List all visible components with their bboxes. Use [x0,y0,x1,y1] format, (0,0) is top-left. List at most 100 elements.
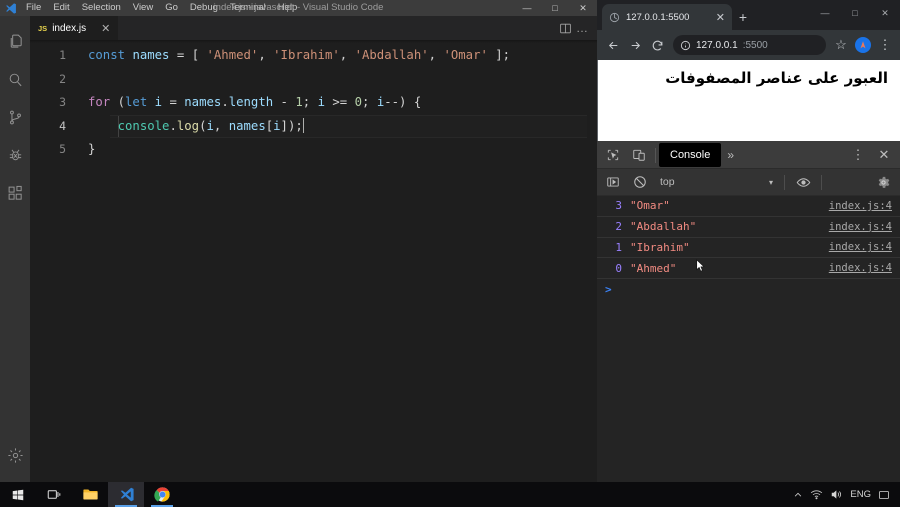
code-line[interactable]: 4 console.log(i, names[i]); [30,114,597,138]
console-log-row[interactable]: 3 "Omar" index.js:4 [597,196,900,217]
vscode-maximize-button[interactable]: □ [541,0,569,16]
network-icon[interactable] [810,489,823,500]
tab-console[interactable]: Console [659,143,722,167]
devtools-toolbar: Console » ⋮ ✕ [597,142,900,169]
file-explorer-button[interactable] [72,482,108,507]
bookmark-star-icon[interactable]: ☆ [832,36,850,54]
source-control-icon[interactable] [0,98,30,136]
reload-button[interactable] [647,35,667,55]
code-token: , [213,118,229,133]
execution-context-selector[interactable]: top ▾ [654,172,779,192]
site-info-icon[interactable] [680,40,691,51]
chrome-maximize-button[interactable]: □ [840,0,870,26]
extensions-icon[interactable] [0,174,30,212]
code-line[interactable]: 5} [30,138,597,162]
menu-edit[interactable]: Edit [47,0,75,16]
web-page-viewport: العبور على عناصر المصفوفات [597,60,900,141]
code-token: } [88,142,96,156]
menu-help[interactable]: Help [272,0,304,16]
show-hidden-icons-button[interactable] [793,490,803,500]
code-line[interactable]: 1 const names = [ 'Ahmed', 'Ibrahim', 'Ab… [30,44,597,68]
line-number: 3 [59,95,66,109]
code-token: names [132,48,170,62]
code-text: for (let i = names.length - 1; i >= 0; i… [88,91,421,115]
back-button[interactable] [603,35,623,55]
code-token: , [258,48,274,62]
page-content: العبور على عناصر المصفوفات [598,60,900,89]
chrome-minimize-button[interactable]: — [810,0,840,26]
menu-debug[interactable]: Debug [184,0,224,16]
code-token: 0 [354,95,363,109]
task-view-button[interactable] [36,482,72,507]
new-tab-button[interactable]: + [732,4,754,30]
code-line[interactable]: 3 for (let i = names.length - 1; i >= 0; … [30,91,597,115]
code-token: length [228,95,274,109]
avatar[interactable] [855,37,871,53]
menu-file[interactable]: File [20,0,47,16]
code-editor[interactable]: 1 const names = [ 'Ahmed', 'Ibrahim', 'Ab… [30,40,597,482]
language-indicator[interactable]: ENG [850,489,871,500]
console-log-row[interactable]: 2 "Abdallah" index.js:4 [597,217,900,238]
log-source-link[interactable]: index.js:4 [829,241,892,253]
address-bar[interactable]: 127.0.0.1:5500 [673,35,826,55]
chrome-menu-button[interactable]: ⋮ [876,36,894,54]
forward-button[interactable] [625,35,645,55]
live-expression-eye-icon[interactable] [790,170,816,194]
log-value: "Ahmed" [630,261,677,275]
vscode-menubar[interactable]: File Edit Selection View Go Debug Termin… [20,0,303,16]
split-editor-icon[interactable] [559,22,572,35]
log-index: 0 [615,261,622,275]
prompt-arrow-icon: > [605,283,612,297]
editor-tab-label: index.js [52,23,87,34]
search-icon[interactable] [0,60,30,98]
explorer-icon[interactable] [0,22,30,60]
devtools-menu-button[interactable]: ⋮ [845,143,871,167]
run-debug-icon[interactable] [0,136,30,174]
settings-gear-icon[interactable] [870,170,896,194]
code-token: i [273,118,281,133]
console-output[interactable]: 3 "Omar" index.js:4 2 "Abdallah" index.js:4 1 "… [597,196,900,482]
close-icon[interactable]: ✕ [871,143,897,167]
start-button[interactable] [0,482,36,507]
chrome-taskbar-button[interactable] [144,482,180,507]
log-source-link[interactable]: index.js:4 [829,200,892,212]
log-source-link[interactable]: index.js:4 [829,262,892,274]
log-source-link[interactable]: index.js:4 [829,221,892,233]
code-token: i [206,118,214,133]
vscode-taskbar-button[interactable] [108,482,144,507]
volume-icon[interactable] [830,489,843,500]
menu-view[interactable]: View [127,0,159,16]
line-number: 2 [59,71,66,86]
console-log-row[interactable]: 1 "Ibrahim" index.js:4 [597,238,900,259]
code-token: { [413,95,422,109]
menu-selection[interactable]: Selection [76,0,127,16]
code-token: ); [287,118,303,133]
notification-icon[interactable] [878,489,890,501]
code-token: 'Ibrahim' [273,48,340,62]
globe-favicon-icon [609,12,620,23]
console-prompt[interactable]: > [597,279,900,300]
menu-terminal[interactable]: Terminal [224,0,272,16]
close-icon[interactable]: ✕ [716,11,725,24]
device-toolbar-icon[interactable] [626,143,652,167]
console-log-row[interactable]: 0 "Ahmed" index.js:4 [597,258,900,280]
page-heading: العبور على عناصر المصفوفات [665,69,888,87]
code-token: . [221,95,229,109]
vscode-minimize-button[interactable]: — [513,0,541,16]
vscode-close-button[interactable]: ✕ [569,0,597,16]
code-line[interactable]: 2 [30,68,597,92]
no-entry-icon[interactable] [627,170,653,194]
clear-console-icon[interactable] [600,170,626,194]
settings-gear-icon[interactable] [0,436,30,474]
more-actions-icon[interactable]: … [576,21,589,35]
address-bar-host: 127.0.0.1 [696,39,738,51]
chrome-tab[interactable]: 127.0.0.1:5500 ✕ [602,4,732,30]
more-tabs-icon[interactable]: » [721,148,740,162]
menu-go[interactable]: Go [159,0,184,16]
editor-tab-index-js[interactable]: JS index.js ✕ [30,16,119,40]
close-icon[interactable]: ✕ [101,22,110,35]
inspect-element-icon[interactable] [600,143,626,167]
code-token: [ [191,48,200,62]
chrome-close-button[interactable]: ✕ [870,0,900,26]
code-token: = [169,48,192,62]
